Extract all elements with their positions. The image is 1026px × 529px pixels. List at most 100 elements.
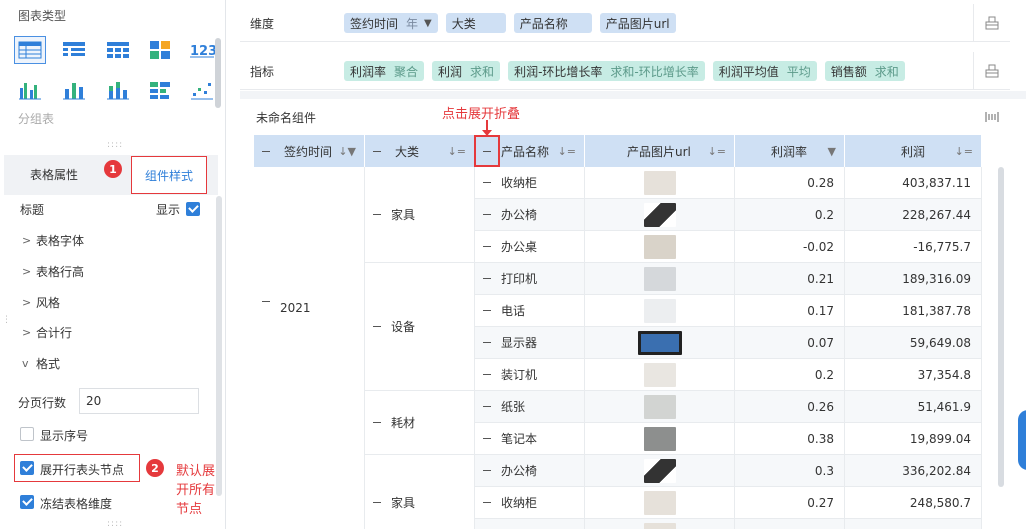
stacked-bar-icon[interactable]: [102, 76, 134, 104]
product-label: 收纳柜: [501, 496, 538, 510]
year-label: 2021: [280, 301, 311, 316]
expand-header-label: 展开行表头节点: [40, 463, 125, 477]
row-header-category[interactable]: 设备: [365, 263, 475, 391]
header-category[interactable]: 大类 ↓=: [365, 135, 475, 167]
floating-assistant-button[interactable]: [1018, 410, 1026, 470]
collapse-toggle-icon[interactable]: [373, 326, 381, 327]
product-thumbnail-desk[interactable]: [643, 234, 676, 259]
product-thumbnail-binder[interactable]: [643, 362, 676, 387]
heatmap-table-icon[interactable]: [144, 36, 176, 64]
scatter-icon[interactable]: [186, 76, 218, 104]
accordion-style[interactable]: > 风格: [22, 294, 60, 311]
freeze-dimension-checkbox[interactable]: [20, 495, 34, 509]
page-rows-input[interactable]: 20: [79, 388, 199, 414]
row-header-category[interactable]: 家具: [365, 455, 475, 529]
collapse-toggle-icon[interactable]: [373, 422, 381, 423]
header-profit-rate[interactable]: 利润率 ▼: [735, 135, 845, 167]
cell-product-image: [585, 487, 735, 519]
product-thumbnail-monitor[interactable]: [637, 330, 682, 355]
resize-grip[interactable]: ::::: [107, 140, 123, 150]
step-badge-1: 1: [104, 160, 122, 178]
collapse-toggle-icon[interactable]: [373, 502, 381, 503]
collapse-toggle-icon[interactable]: [373, 214, 381, 215]
sort-icon[interactable]: ↓=: [558, 145, 576, 158]
collapse-toggle-icon[interactable]: [483, 214, 491, 215]
sort-icon[interactable]: ↓=: [955, 145, 973, 158]
collapse-toggle-icon[interactable]: [262, 301, 270, 303]
collapse-toggle-icon[interactable]: [483, 342, 491, 343]
column-width-icon[interactable]: [984, 110, 1000, 124]
bar-table-icon[interactable]: [144, 76, 176, 104]
row-header-year[interactable]: 2021: [254, 167, 365, 529]
header-sign-time[interactable]: 签约时间 ↓▼: [254, 135, 365, 167]
product-thumbnail-notebook[interactable]: [643, 426, 676, 451]
table-scrollbar[interactable]: [998, 167, 1004, 487]
style-panel-scrollbar[interactable]: [216, 196, 222, 496]
collapse-toggle-icon[interactable]: [483, 278, 491, 279]
product-thumbnail-cabinet[interactable]: [643, 490, 676, 515]
field-settings-icon[interactable]: [985, 64, 999, 78]
expand-header-checkbox[interactable]: [20, 461, 34, 475]
accordion-total-row[interactable]: > 合计行: [22, 324, 72, 341]
header-label: 大类: [395, 144, 420, 159]
cell-product-image: [585, 391, 735, 423]
chevron-right-icon: >: [22, 234, 32, 247]
header-product-image[interactable]: 产品图片url ↓=: [585, 135, 735, 167]
collapse-toggle-icon[interactable]: [483, 406, 491, 407]
accordion-format[interactable]: v 格式: [22, 355, 60, 372]
dimension-chip-product-name[interactable]: 产品名称: [513, 13, 592, 33]
dimension-label: 维度: [250, 17, 275, 31]
collapse-toggle-icon[interactable]: [483, 374, 491, 375]
sort-icon[interactable]: ↓=: [448, 145, 466, 158]
show-title-checkbox[interactable]: [186, 202, 200, 216]
indicator-chip-sales[interactable]: 销售额 求和: [824, 61, 905, 81]
group-table-icon[interactable]: [14, 36, 46, 64]
collapse-toggle-icon[interactable]: [483, 310, 491, 311]
product-thumbnail-printer[interactable]: [643, 266, 676, 291]
dimension-chip-product-image[interactable]: 产品图片url: [599, 13, 676, 33]
show-index-checkbox[interactable]: [20, 427, 34, 441]
indicator-chip-profit-mom[interactable]: 利润-环比增长率 求和-环比增长率: [508, 61, 705, 81]
collapse-toggle-icon[interactable]: [483, 438, 491, 439]
kpi-number-icon[interactable]: 123: [186, 36, 218, 64]
left-panel: 图表类型 123 分组表 :::: 表格属性 1 组件样式 标题 显示 > 表格…: [0, 0, 226, 529]
indicator-chip-profit[interactable]: 利润 求和: [432, 61, 501, 81]
sort-icon[interactable]: ▼: [828, 145, 836, 158]
product-thumbnail-phone[interactable]: [643, 298, 676, 323]
detail-table-icon[interactable]: [58, 36, 90, 64]
field-settings-icon[interactable]: [985, 16, 999, 30]
accordion-row-height[interactable]: > 表格行高: [22, 263, 84, 280]
collapse-toggle-icon[interactable]: [483, 470, 491, 471]
cell-profit-rate: 0.26: [735, 391, 845, 423]
show-index-label: 显示序号: [40, 429, 89, 443]
row-header-category[interactable]: 家具: [365, 167, 475, 263]
bar-chart-icon[interactable]: [58, 76, 90, 104]
bottom-grip[interactable]: ::::: [107, 519, 123, 529]
row-header-category[interactable]: 耗材: [365, 391, 475, 455]
filter-sort-icon[interactable]: ↓▼: [338, 145, 356, 158]
chart-type-scrollbar[interactable]: [215, 38, 221, 108]
collapse-toggle-icon[interactable]: [483, 502, 491, 503]
product-thumbnail-chair[interactable]: [643, 458, 676, 483]
header-profit[interactable]: 利润 ↓=: [845, 135, 982, 167]
accordion-table-font[interactable]: > 表格字体: [22, 232, 84, 249]
product-thumbnail-cabinet[interactable]: [643, 170, 676, 195]
grouped-bar-icon[interactable]: [14, 76, 46, 104]
collapse-toggle-icon[interactable]: [483, 182, 491, 183]
panel-collapse-grip[interactable]: ⋮: [2, 315, 12, 325]
product-thumbnail-cabinet[interactable]: [643, 522, 676, 529]
cross-table-icon[interactable]: [102, 36, 134, 64]
dimension-chip-category[interactable]: 大类: [445, 13, 506, 33]
sort-icon[interactable]: ↓=: [708, 145, 726, 158]
tab-table-attributes[interactable]: 表格属性: [30, 166, 78, 183]
collapse-toggle-icon[interactable]: [483, 246, 491, 247]
indicator-chip-profit-rate[interactable]: 利润率 聚合: [344, 61, 425, 81]
product-thumbnail-chair[interactable]: [643, 202, 676, 227]
collapse-toggle-icon[interactable]: [373, 150, 381, 152]
dimension-chip-sign-time[interactable]: 签约时间年 ▼: [344, 13, 438, 33]
indicator-chip-profit-avg[interactable]: 利润平均值 平均: [712, 61, 817, 81]
product-thumbnail-paper[interactable]: [643, 394, 676, 419]
tab-component-style[interactable]: 组件样式: [131, 156, 207, 194]
editor-area: 维度 签约时间年 ▼ 大类 产品名称 产品图片url 指标 利润率 聚合 利润 求和 …: [240, 0, 1026, 529]
collapse-toggle-icon[interactable]: [262, 150, 270, 152]
